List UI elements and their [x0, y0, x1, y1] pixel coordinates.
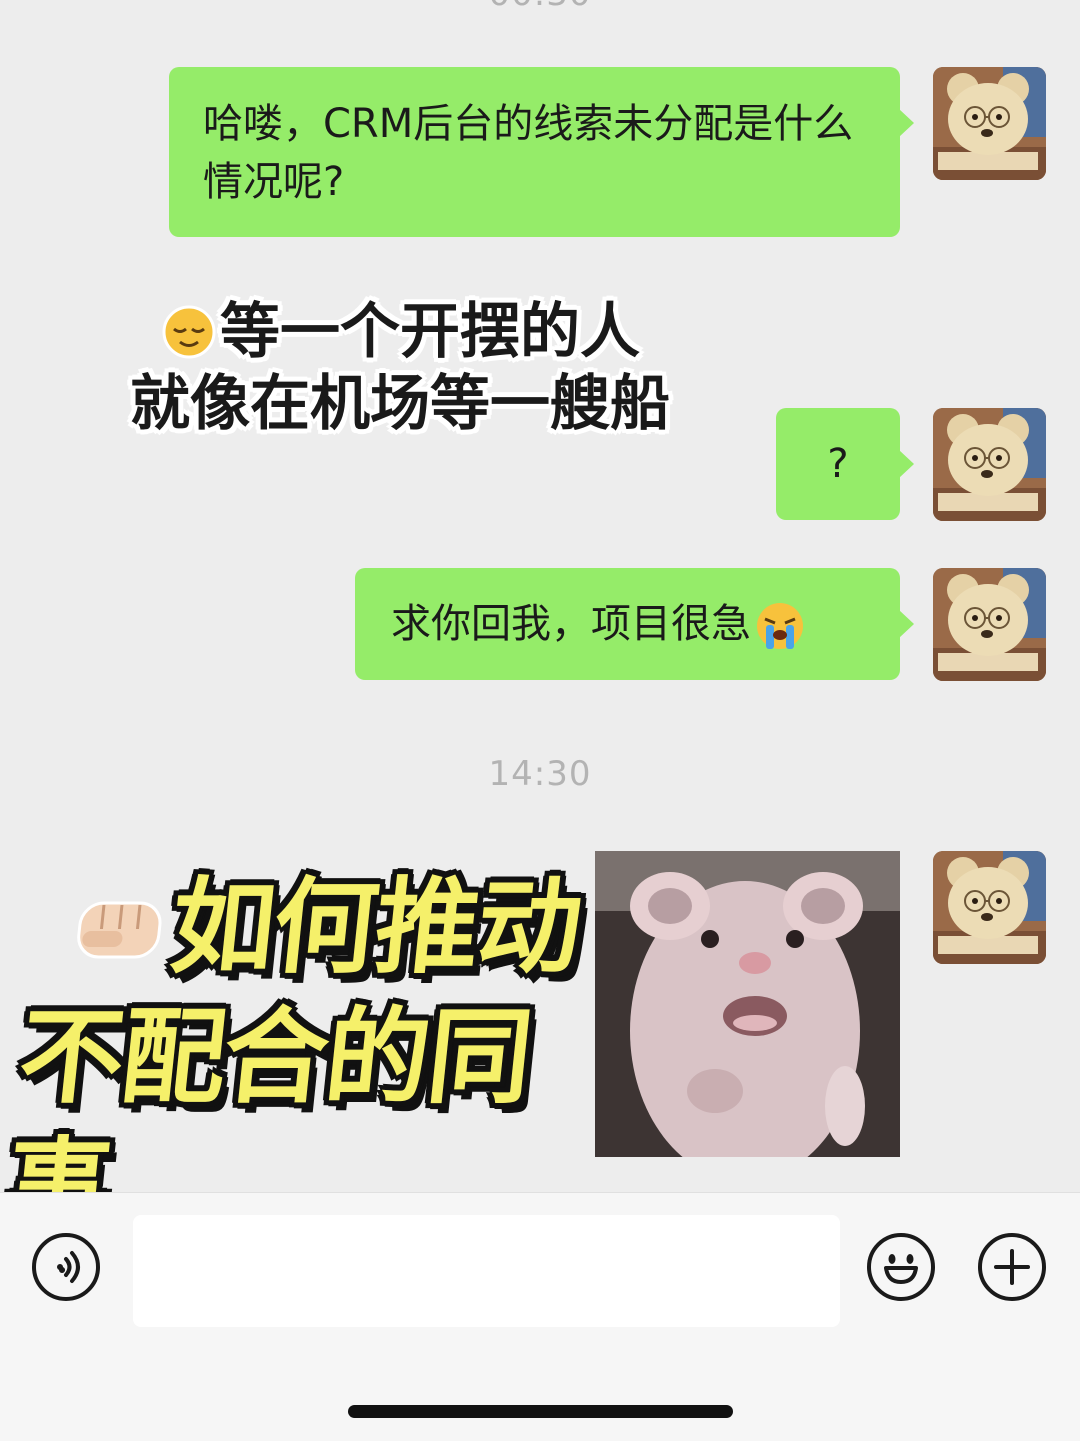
avatar[interactable] — [933, 67, 1046, 180]
emoji-button[interactable] — [867, 1233, 935, 1301]
voice-icon — [57, 1251, 80, 1283]
bear-avatar-icon — [933, 568, 1046, 681]
smiley-icon — [884, 1254, 918, 1284]
avatar[interactable] — [933, 408, 1046, 521]
message-bubble-1[interactable]: 哈喽，CRM后台的线索未分配是什么情况呢? — [169, 67, 914, 237]
bear-avatar-icon — [933, 408, 1046, 521]
overlay-caption: 等一个开摆的人 就像在机场等一艘船 — [120, 296, 720, 440]
home-indicator[interactable] — [348, 1405, 733, 1418]
message-bubble-3[interactable]: 求你回我，项目很急 — [355, 568, 914, 680]
message-text: ? — [827, 441, 849, 487]
fist-icon — [77, 901, 162, 959]
caption-line1: 等一个开摆的人 — [220, 297, 640, 367]
avatar[interactable] — [933, 851, 1046, 964]
loudly-crying-face-icon — [757, 603, 803, 649]
message-bubble-2[interactable]: ? — [776, 408, 914, 520]
caption-line2: 就像在机场等一艘船 — [130, 369, 670, 439]
timestamp-top: 00:30 — [0, 0, 1080, 14]
input-bar — [0, 1192, 1080, 1441]
plus-button[interactable] — [978, 1233, 1046, 1301]
chat-area: 00:30 哈喽，CRM后台的线索未分配是什么情况呢? — [0, 0, 1080, 1192]
timestamp-mid: 14:30 — [488, 754, 592, 794]
message-text: 求你回我，项目很急 — [391, 601, 751, 647]
hamster-sticker[interactable] — [595, 851, 900, 1157]
headline-line1: 如何推动 — [165, 866, 587, 988]
headline-line2: 不配合的同事 — [0, 996, 537, 1192]
relieved-face-icon — [162, 305, 216, 359]
plus-icon — [994, 1249, 1030, 1285]
hamster-sticker-icon — [595, 851, 900, 1157]
bear-avatar-icon — [933, 851, 1046, 964]
message-input[interactable] — [133, 1215, 840, 1327]
message-text: 哈喽，CRM后台的线索未分配是什么情况呢? — [203, 101, 854, 205]
bear-avatar-icon — [933, 67, 1046, 180]
avatar[interactable] — [933, 568, 1046, 681]
headline-overlay: 如何推动 不配合的同事 — [0, 862, 600, 1192]
voice-button[interactable] — [32, 1233, 100, 1301]
